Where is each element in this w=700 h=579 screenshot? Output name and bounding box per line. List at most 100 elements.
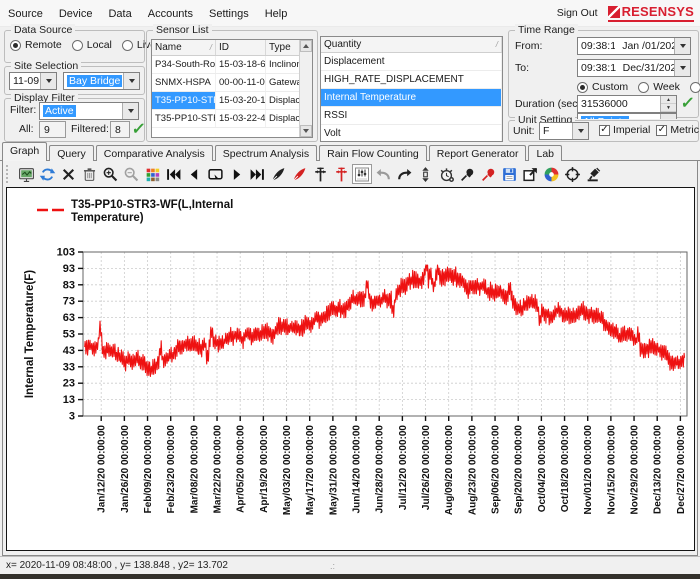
- chart-toolbar: [6, 163, 603, 185]
- site-name-select[interactable]: Bay Bridge: [63, 72, 140, 90]
- sensor-list-group: Sensor List Name/IDType P34-South-Rota..…: [146, 30, 318, 142]
- from-date-value: Jan /01/2020: [622, 40, 674, 52]
- redo-icon[interactable]: [394, 164, 414, 184]
- tab-graph[interactable]: Graph: [2, 142, 47, 161]
- sample-select-clipped[interactable]: All Points: [577, 113, 677, 119]
- from-datetime-select[interactable]: 09:38:11 Jan /01/2020: [577, 37, 691, 55]
- pen-black-icon[interactable]: [268, 164, 288, 184]
- tab-spectrum-analysis[interactable]: Spectrum Analysis: [215, 145, 317, 161]
- tab-query[interactable]: Query: [49, 145, 94, 161]
- device-screen-icon[interactable]: [16, 164, 36, 184]
- scroll-down-icon[interactable]: [300, 125, 312, 137]
- all-count-field: 9: [39, 121, 66, 138]
- site-id-select[interactable]: 11-09: [9, 72, 57, 90]
- refresh-icon[interactable]: [37, 164, 57, 184]
- to-datetime-select[interactable]: 09:38:11 Dec/31/2020: [577, 59, 691, 77]
- sensor-list-title: Sensor List: [153, 24, 212, 36]
- radio-source-local[interactable]: Local: [72, 39, 112, 51]
- quantity-item-internal-temperature[interactable]: Internal Temperature: [321, 89, 502, 107]
- sign-out-button[interactable]: Sign Out: [557, 7, 598, 19]
- menu-data[interactable]: Data: [100, 4, 139, 24]
- duration-spinner[interactable]: ▲▼: [660, 96, 676, 112]
- axis-cursor-red-icon[interactable]: [331, 164, 351, 184]
- sensor-row[interactable]: P34-South-Rota...15-03-18-68Inclinomet..…: [152, 56, 312, 74]
- status-grip[interactable]: .:: [330, 561, 335, 571]
- menu-help[interactable]: Help: [257, 4, 296, 24]
- zoom-in-icon[interactable]: [100, 164, 120, 184]
- chevron-down-icon[interactable]: [674, 38, 690, 54]
- from-label: From:: [515, 40, 542, 52]
- radio-mode-month[interactable]: Month: [690, 81, 700, 93]
- quantity-item-displacement[interactable]: Displacement: [321, 53, 502, 71]
- menu-device[interactable]: Device: [51, 4, 101, 24]
- menu-settings[interactable]: Settings: [201, 4, 257, 24]
- unit-setting-group: Unit Setting Unit: F ✓Imperial✓Metric: [508, 120, 699, 142]
- time-mode-radios: Custom Week Month: [577, 81, 700, 93]
- tab-rain-flow-counting[interactable]: Rain Flow Counting: [319, 145, 427, 161]
- sensor-row[interactable]: T35-PP10-STR...15-03-22-49Displacem...: [152, 110, 312, 128]
- chevron-down-icon[interactable]: [572, 123, 588, 139]
- sensor-row[interactable]: SNMX-HSPA00-00-11-09Gateway-S...: [152, 74, 312, 92]
- v-expand-icon[interactable]: [415, 164, 435, 184]
- sensor-list-scrollbar[interactable]: [299, 40, 312, 137]
- sensor-row[interactable]: T35-PP10-STR...15-03-20-10Displacem...: [152, 92, 312, 110]
- tab-lab[interactable]: Lab: [528, 145, 562, 161]
- radio-source-remote[interactable]: Remote: [10, 39, 62, 51]
- pin-black-icon[interactable]: [457, 164, 477, 184]
- chevron-down-icon[interactable]: [122, 103, 138, 119]
- pin-red-icon[interactable]: [478, 164, 498, 184]
- step-back-icon[interactable]: [184, 164, 204, 184]
- axis-cursor-black-icon[interactable]: [310, 164, 330, 184]
- color-wheel-icon[interactable]: [541, 164, 561, 184]
- export-icon[interactable]: [520, 164, 540, 184]
- screen-cursor-icon[interactable]: [205, 164, 225, 184]
- cursor-readout: x= 2020-11-09 08:48:00 , y= 138.848 , y2…: [6, 560, 228, 571]
- column-header-id[interactable]: ID: [216, 40, 266, 55]
- column-header-name[interactable]: Name/: [152, 40, 216, 55]
- menu-bar-right: Sign Out RESENSYS: [557, 4, 700, 22]
- chart-panel[interactable]: 3132333435363738393103Jan/12/20 00:00:00…: [6, 187, 695, 551]
- zoom-out-icon[interactable]: [121, 164, 141, 184]
- menu-source[interactable]: Source: [0, 4, 51, 24]
- tab-report-generator[interactable]: Report Generator: [429, 145, 527, 161]
- checkbox-imperial[interactable]: ✓Imperial: [599, 124, 650, 136]
- palette-icon[interactable]: [142, 164, 162, 184]
- chevron-down-icon[interactable]: [674, 60, 690, 76]
- quantity-item-high-rate-displacement[interactable]: HIGH_RATE_DISPLACEMENT: [321, 71, 502, 89]
- radio-mode-custom[interactable]: Custom: [577, 81, 628, 93]
- scheduler-icon[interactable]: [436, 164, 456, 184]
- filter-select[interactable]: Active: [39, 102, 139, 120]
- duration-input[interactable]: 31536000 ▲▼: [577, 95, 677, 113]
- toolbar-grip[interactable]: [6, 165, 12, 183]
- column-header-quantity[interactable]: Quantity/: [321, 37, 502, 52]
- checkbox-metric[interactable]: ✓Metric: [656, 124, 699, 136]
- target-icon[interactable]: [562, 164, 582, 184]
- chevron-down-icon[interactable]: [123, 73, 139, 89]
- trash-icon[interactable]: [79, 164, 99, 184]
- tab-comparative-analysis[interactable]: Comparative Analysis: [96, 145, 213, 161]
- microscope-icon[interactable]: [583, 164, 603, 184]
- skip-first-icon[interactable]: [163, 164, 183, 184]
- svg-text:Sep/06/20 00:00:00: Sep/06/20 00:00:00: [491, 425, 502, 514]
- checkbox-label: Metric: [670, 124, 699, 136]
- unit-value: F: [543, 125, 549, 137]
- close-icon[interactable]: [58, 164, 78, 184]
- quantity-item-volt[interactable]: Volt: [321, 125, 502, 142]
- temperature-chart[interactable]: 3132333435363738393103Jan/12/20 00:00:00…: [7, 188, 693, 548]
- quantity-item-rssi[interactable]: RSSI: [321, 107, 502, 125]
- save-icon[interactable]: [499, 164, 519, 184]
- unit-label: Unit:: [513, 125, 535, 137]
- pen-red-icon[interactable]: [289, 164, 309, 184]
- svg-text:Temperature): Temperature): [71, 212, 144, 224]
- skip-last-icon[interactable]: [247, 164, 267, 184]
- menu-accounts[interactable]: Accounts: [140, 4, 201, 24]
- scroll-up-icon[interactable]: [300, 40, 312, 52]
- sliders-icon[interactable]: [352, 164, 372, 184]
- svg-text:Jul/26/20 00:00:00: Jul/26/20 00:00:00: [421, 425, 432, 510]
- chevron-down-icon[interactable]: [40, 73, 56, 89]
- step-forward-icon[interactable]: [226, 164, 246, 184]
- unit-select[interactable]: F: [539, 122, 589, 140]
- undo-icon[interactable]: [373, 164, 393, 184]
- radio-mode-week[interactable]: Week: [638, 81, 680, 93]
- quantity-label: Internal Temperature: [321, 89, 502, 106]
